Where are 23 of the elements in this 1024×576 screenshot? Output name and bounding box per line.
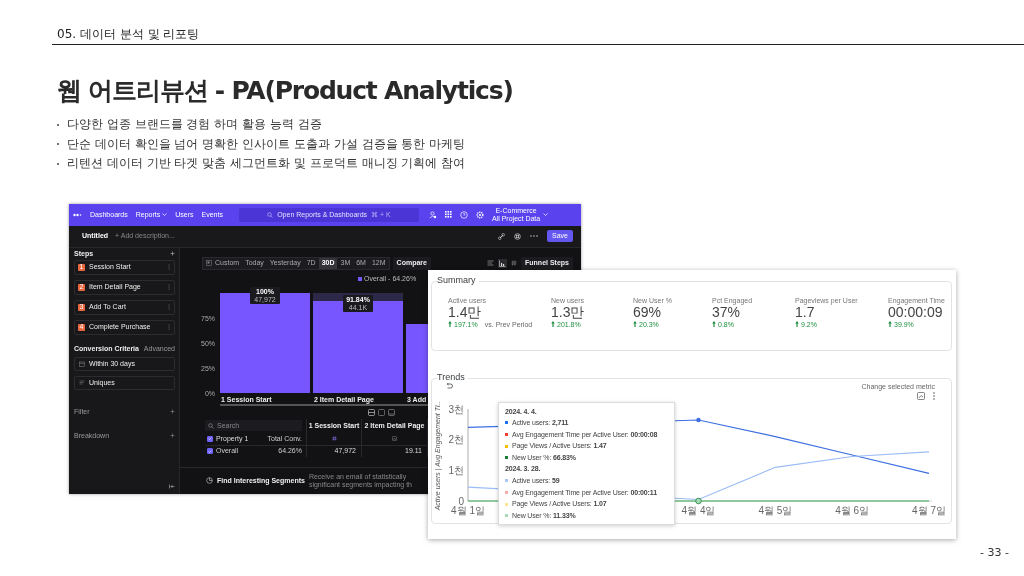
x-axis-label: 4월 4일 xyxy=(681,504,716,516)
bullet-text: 다양한 업종 브랜드를 경험 하며 활용 능력 검증 xyxy=(67,116,322,133)
bullet-text: 단순 데이터 확인을 넘어 명확한 인사이트 도출과 가설 검증을 통한 마케팅 xyxy=(67,135,466,153)
x-axis-label: 4월 1일 xyxy=(451,504,485,516)
x-axis-label: 4월 6일 xyxy=(835,504,870,516)
x-axis-label: 4월 5일 xyxy=(758,504,793,516)
slide-title: 웹 어트리뷰션 - PA(Product Analytics) xyxy=(57,76,514,106)
y-axis-label: 0 xyxy=(458,495,464,506)
card-title: Summary xyxy=(437,274,479,285)
metric-value: 1.7 xyxy=(795,304,815,320)
metric-value: 1.3만 xyxy=(551,304,586,320)
y-axis-label: 2천 xyxy=(448,433,464,445)
metric-value: 37% xyxy=(712,304,741,320)
y-axis-label: 3천 xyxy=(448,403,464,414)
y-axis-label: 1천 xyxy=(448,464,464,476)
metric-value: 69% xyxy=(633,304,663,320)
section-heading: 05. 데이터 분석 및 리포팅 xyxy=(57,27,200,41)
bullet-text: 리텐션 데이터 기반 타겟 맞춤 세그먼트화 및 프로덕트 매니징 기획에 참여 xyxy=(67,155,466,172)
metric-value: 00:00:09 xyxy=(888,304,944,320)
x-axis-label: 4월 7일 xyxy=(912,504,946,516)
metric-value: 1.4만 xyxy=(448,304,483,320)
card-title: Trends xyxy=(437,371,468,382)
page-number: - 33 - xyxy=(980,546,1009,559)
